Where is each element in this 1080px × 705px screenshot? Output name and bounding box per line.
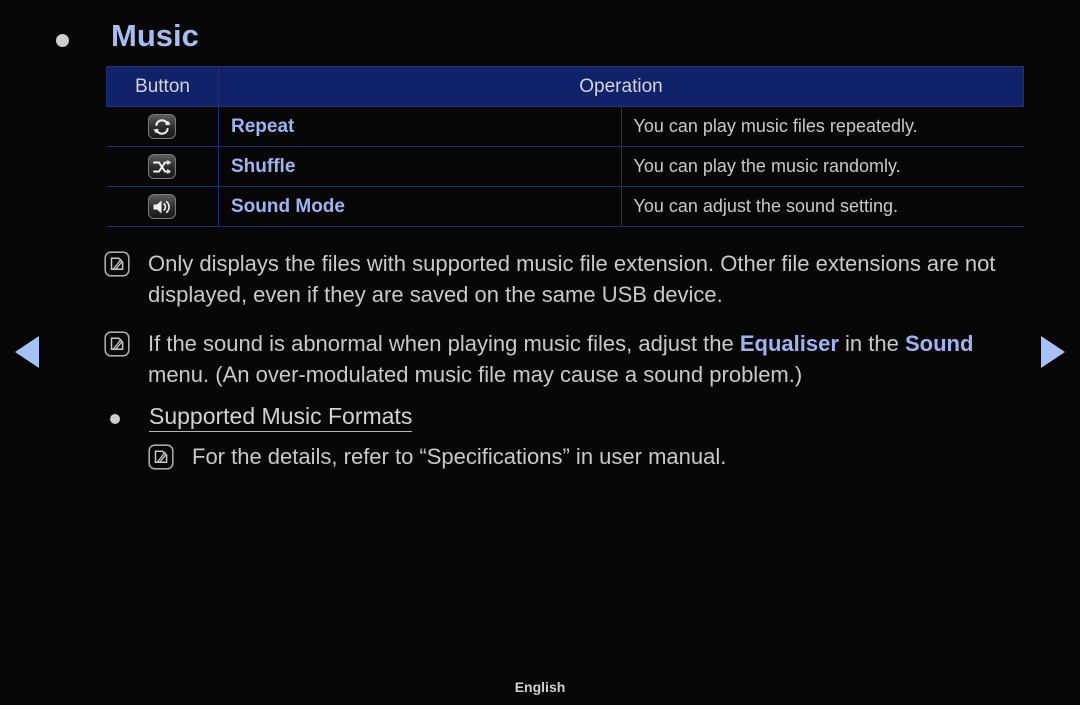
- cell-operation-text: You can adjust the sound setting.: [620, 186, 1024, 227]
- table-row: Repeat You can play music files repeated…: [106, 106, 1024, 147]
- table-header-row: Button Operation: [106, 66, 1024, 107]
- next-page-arrow-icon[interactable]: [1041, 336, 1065, 368]
- shuffle-icon[interactable]: [148, 154, 177, 179]
- cell-operation-text: You can play music files repeatedly.: [620, 106, 1024, 147]
- bullet-icon: [56, 34, 69, 47]
- note-block: For the details, refer to “Specification…: [148, 441, 1028, 472]
- note-block: If the sound is abnormal when playing mu…: [104, 328, 1034, 390]
- cell-button-icon: [106, 106, 219, 147]
- cell-button-icon: [106, 146, 219, 187]
- supported-formats-title: Supported Music Formats: [149, 403, 413, 433]
- cell-button-label: Shuffle: [218, 146, 622, 187]
- page-title-row: Music: [56, 20, 199, 51]
- column-header-operation: Operation: [218, 66, 1024, 107]
- supported-formats-row: Supported Music Formats: [110, 403, 413, 433]
- table-row: Shuffle You can play the music randomly.: [106, 146, 1024, 187]
- prev-page-arrow-icon[interactable]: [15, 336, 39, 368]
- note-text: For the details, refer to “Specification…: [192, 444, 727, 469]
- note-text-part1: If the sound is abnormal when playing mu…: [148, 331, 740, 356]
- note-block: Only displays the files with supported m…: [104, 248, 1034, 310]
- footer-language-label: English: [514, 679, 566, 695]
- note-emphasis-sound: Sound: [904, 331, 974, 356]
- cell-button-label: Repeat: [218, 106, 622, 147]
- column-header-button: Button: [106, 66, 219, 107]
- note-text: Only displays the files with supported m…: [148, 251, 996, 307]
- cell-button-icon: [106, 186, 219, 227]
- cell-button-label: Sound Mode: [218, 186, 622, 227]
- note-text-part2: in the: [838, 331, 905, 356]
- sound-mode-icon[interactable]: [148, 194, 177, 219]
- emanual-page: Music Button Operation Repeat You can pl…: [0, 0, 1080, 705]
- cell-operation-text: You can play the music randomly.: [620, 146, 1024, 187]
- note-icon: [104, 331, 130, 357]
- note-icon: [104, 251, 130, 277]
- button-operation-table: Button Operation Repeat You can play mus…: [106, 66, 1024, 227]
- note-icon: [148, 444, 174, 470]
- note-text-part3: menu. (An over-modulated music file may …: [148, 362, 803, 387]
- bullet-icon: [110, 414, 120, 424]
- note-emphasis-equaliser: Equaliser: [739, 331, 839, 356]
- note-text: If the sound is abnormal when playing mu…: [148, 328, 1034, 390]
- repeat-icon[interactable]: [148, 114, 177, 139]
- page-title: Music: [111, 18, 199, 53]
- table-row: Sound Mode You can adjust the sound sett…: [106, 186, 1024, 227]
